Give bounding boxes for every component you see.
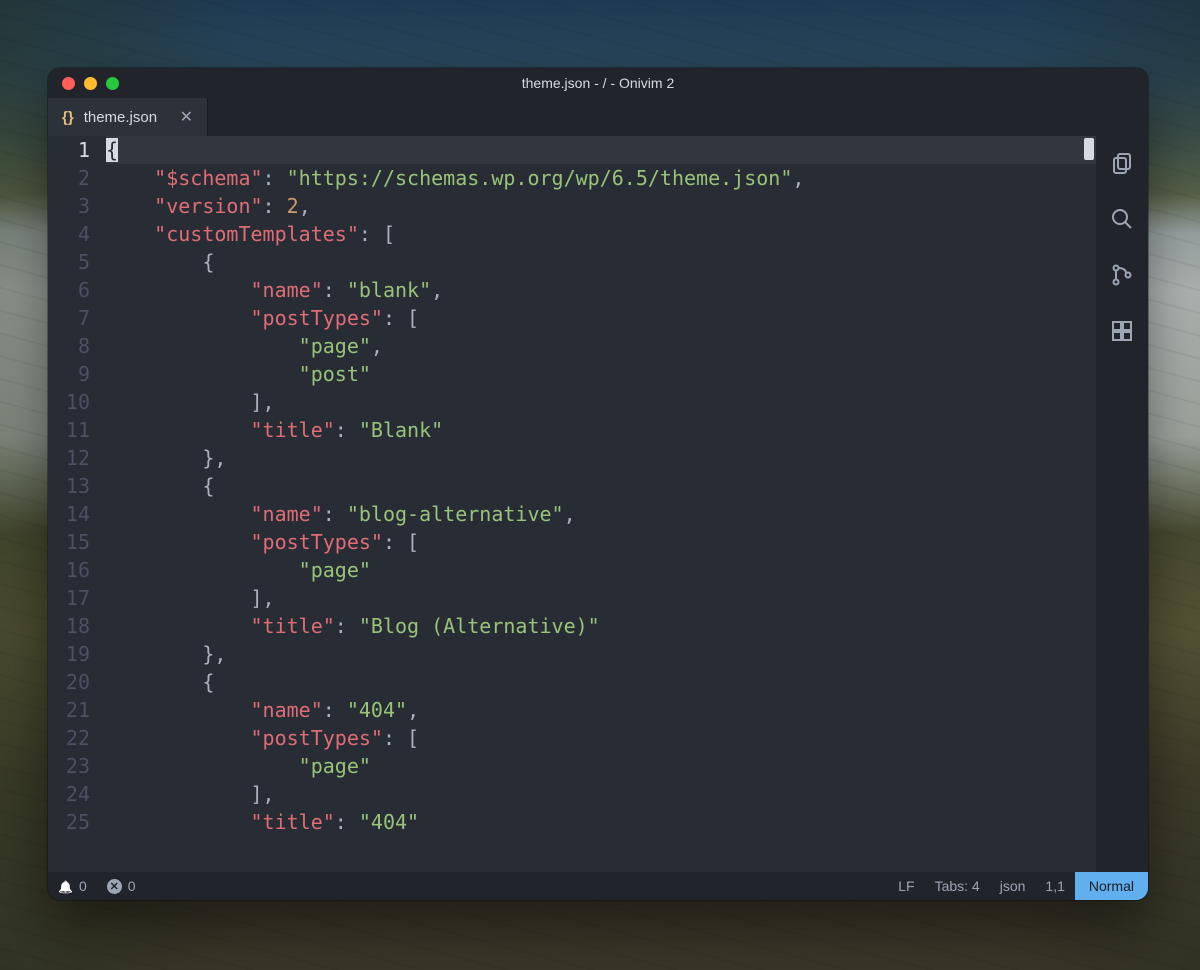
minimize-window-button[interactable] <box>84 77 97 90</box>
code-line: "name": "blank", <box>106 276 1080 304</box>
line-number: 19 <box>48 640 90 668</box>
line-number: 12 <box>48 444 90 472</box>
code-line: ], <box>106 780 1080 808</box>
code-line: "$schema": "https://schemas.wp.org/wp/6.… <box>106 164 1080 192</box>
line-number: 2 <box>48 164 90 192</box>
code-area[interactable]: { { "$schema": "https://schemas.wp.org/w… <box>106 136 1096 872</box>
code-line: "page" <box>106 556 1080 584</box>
line-number: 24 <box>48 780 90 808</box>
scrollbar-track[interactable] <box>1082 136 1096 872</box>
line-number: 16 <box>48 556 90 584</box>
status-tabs[interactable]: Tabs: 4 <box>925 872 990 900</box>
source-control-icon[interactable] <box>1109 262 1135 288</box>
status-errors[interactable]: 0 <box>97 872 146 900</box>
code-line: "name": "blog-alternative", <box>106 500 1080 528</box>
line-number: 18 <box>48 612 90 640</box>
titlebar: theme.json - / - Onivim 2 <box>48 68 1148 98</box>
code-line: { <box>106 668 1080 696</box>
code-line: "page" <box>106 752 1080 780</box>
code-line: { <box>106 472 1080 500</box>
line-number: 21 <box>48 696 90 724</box>
line-number: 6 <box>48 276 90 304</box>
code-line: "title": "Blank" <box>106 416 1080 444</box>
block-cursor: { <box>106 138 118 162</box>
line-number: 11 <box>48 416 90 444</box>
line-number: 25 <box>48 808 90 836</box>
json-file-icon: {} <box>62 109 74 126</box>
status-cursor-pos[interactable]: 1,1 <box>1035 872 1074 900</box>
line-number: 8 <box>48 332 90 360</box>
close-tab-icon[interactable] <box>180 107 193 127</box>
code-line: { <box>106 248 1080 276</box>
code-line: "postTypes": [ <box>106 304 1080 332</box>
close-window-button[interactable] <box>62 77 75 90</box>
vim-mode-indicator[interactable]: Normal <box>1075 872 1148 900</box>
line-number: 14 <box>48 500 90 528</box>
code-line: "name": "404", <box>106 696 1080 724</box>
line-number: 4 <box>48 220 90 248</box>
activity-bar <box>1096 136 1148 872</box>
code-line: "post" <box>106 360 1080 388</box>
error-count: 0 <box>128 878 136 894</box>
code-line: }, <box>106 640 1080 668</box>
status-language[interactable]: json <box>990 872 1036 900</box>
files-icon[interactable] <box>1109 150 1135 176</box>
scrollbar-thumb[interactable] <box>1084 138 1094 160</box>
line-number: 22 <box>48 724 90 752</box>
line-number-gutter: 1234567891011121314151617181920212223242… <box>48 136 106 872</box>
notification-count: 0 <box>79 878 87 894</box>
code-line: ], <box>106 388 1080 416</box>
line-number: 15 <box>48 528 90 556</box>
code-line: "customTemplates": [ <box>106 220 1080 248</box>
status-eol[interactable]: LF <box>888 872 924 900</box>
error-icon <box>107 879 122 894</box>
status-bar: 0 0 LF Tabs: 4 json 1,1 Normal <box>48 872 1148 900</box>
line-number: 23 <box>48 752 90 780</box>
tab-theme-json[interactable]: {} theme.json <box>48 98 208 136</box>
search-icon[interactable] <box>1109 206 1135 232</box>
window-title: theme.json - / - Onivim 2 <box>48 75 1148 91</box>
code-line: ], <box>106 584 1080 612</box>
line-number: 10 <box>48 388 90 416</box>
line-number: 1 <box>48 136 90 164</box>
editor-window: theme.json - / - Onivim 2 {} theme.json … <box>48 68 1148 900</box>
code-line: "title": "Blog (Alternative)" <box>106 612 1080 640</box>
line-number: 17 <box>48 584 90 612</box>
code-line: "postTypes": [ <box>106 528 1080 556</box>
extensions-icon[interactable] <box>1109 318 1135 344</box>
tab-bar: {} theme.json <box>48 98 1148 136</box>
zoom-window-button[interactable] <box>106 77 119 90</box>
bell-icon <box>58 878 73 894</box>
line-number: 20 <box>48 668 90 696</box>
code-line: "postTypes": [ <box>106 724 1080 752</box>
code-line: }, <box>106 444 1080 472</box>
editor[interactable]: 1234567891011121314151617181920212223242… <box>48 136 1096 872</box>
line-number: 13 <box>48 472 90 500</box>
line-number: 7 <box>48 304 90 332</box>
code-line: "version": 2, <box>106 192 1080 220</box>
current-line-highlight <box>106 136 1096 164</box>
main-area: 1234567891011121314151617181920212223242… <box>48 136 1148 872</box>
code-line: "title": "404" <box>106 808 1080 836</box>
tab-label: theme.json <box>84 109 157 126</box>
line-number: 5 <box>48 248 90 276</box>
line-number: 9 <box>48 360 90 388</box>
status-notifications[interactable]: 0 <box>48 872 97 900</box>
code-line: "page", <box>106 332 1080 360</box>
traffic-lights <box>48 77 119 90</box>
line-number: 3 <box>48 192 90 220</box>
